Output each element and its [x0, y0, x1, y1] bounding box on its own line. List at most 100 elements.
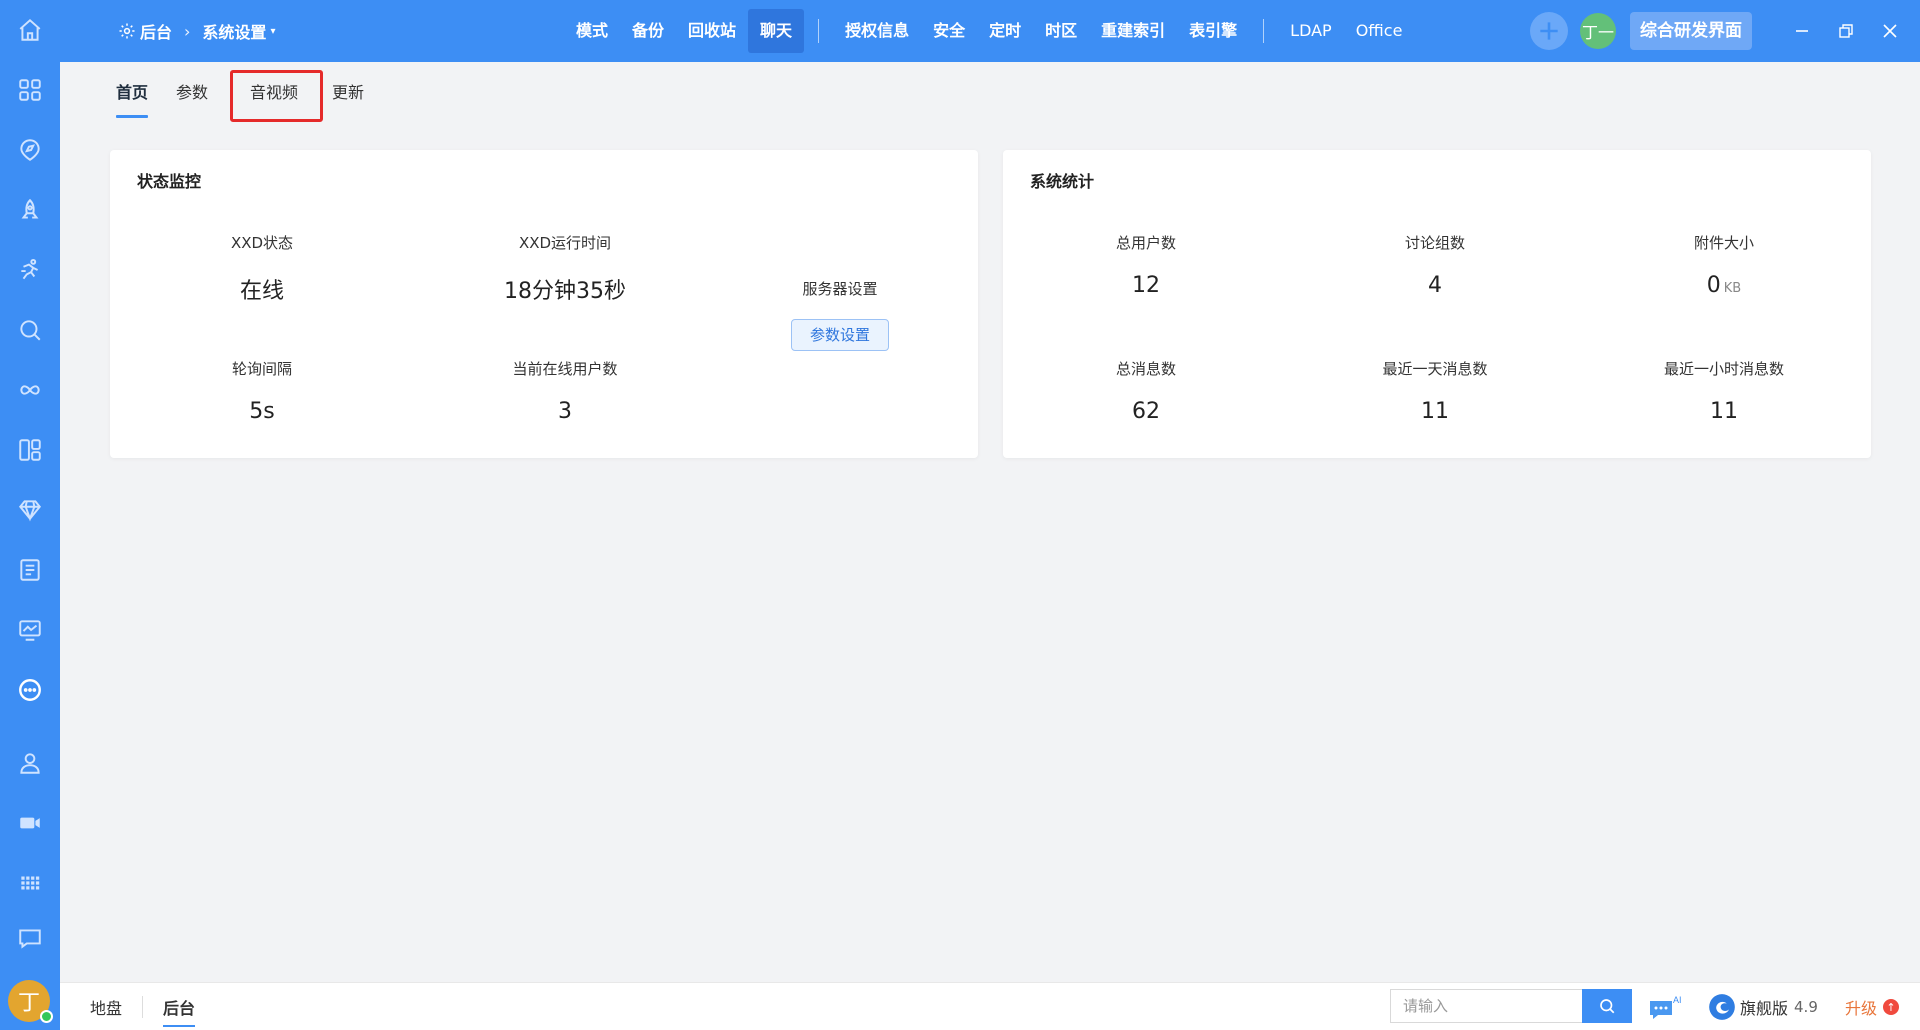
- highlight-box: [230, 70, 323, 122]
- stat-value: 4: [1428, 273, 1442, 298]
- stat-label: 最近一小时消息数: [1663, 360, 1784, 378]
- nav-security[interactable]: 安全: [921, 9, 977, 53]
- stat-label: 最近一天消息数: [1382, 360, 1488, 378]
- grid-icon[interactable]: [15, 868, 45, 898]
- stat-label: 当前在线用户数: [512, 360, 618, 378]
- stat-label: 总用户数: [1115, 234, 1176, 252]
- stat-value: 12: [1132, 273, 1160, 298]
- left-sidebar: 丁: [0, 0, 60, 1030]
- stat-value: 在线: [239, 279, 284, 304]
- nav-divider: [1263, 19, 1265, 43]
- tab-update[interactable]: 更新: [326, 70, 370, 120]
- apps-icon[interactable]: [15, 75, 45, 105]
- minimize-icon: [1796, 30, 1808, 32]
- version-number: 4.9: [1794, 998, 1818, 1016]
- nav-license[interactable]: 授权信息: [833, 9, 921, 53]
- monitor-icon[interactable]: [15, 615, 45, 645]
- restore-button[interactable]: [1824, 11, 1868, 51]
- stat-label: 总消息数: [1115, 360, 1176, 378]
- nav-recycle-bin[interactable]: 回收站: [676, 9, 748, 53]
- nav-timezone[interactable]: 时区: [1033, 9, 1089, 53]
- stat-label: 讨论组数: [1404, 234, 1465, 252]
- nav-rebuild-index[interactable]: 重建索引: [1089, 9, 1177, 53]
- online-status-dot: [40, 1010, 53, 1023]
- ai-chat-icon[interactable]: AI: [1648, 993, 1684, 1021]
- plus-icon: [1540, 22, 1558, 40]
- stat-number: 0: [1706, 273, 1721, 298]
- tab-dashboard[interactable]: 地盘: [80, 995, 132, 1019]
- stat-value: 11: [1710, 399, 1738, 424]
- close-button[interactable]: [1868, 11, 1912, 51]
- bottom-divider: [142, 996, 144, 1018]
- search-input[interactable]: [1390, 989, 1582, 1023]
- attachment-size-stat: 附件大小 0 KB: [1604, 232, 1844, 298]
- search-icon[interactable]: [15, 315, 45, 345]
- poll-interval-stat: 轮询间隔 5s: [142, 358, 382, 424]
- tab-admin[interactable]: 后台: [153, 995, 205, 1027]
- breadcrumb: 后台 › 系统设置 ▾: [118, 0, 275, 62]
- total-users-stat: 总用户数 12: [1026, 232, 1266, 298]
- run-icon[interactable]: [15, 255, 45, 285]
- bottom-bar: 地盘 后台 AI 旗舰版 4.9 升级 ↑: [60, 982, 1920, 1030]
- nav-mode[interactable]: 模式: [564, 9, 620, 53]
- compass-icon[interactable]: [15, 135, 45, 165]
- system-stats-card: 系统统计 总用户数 12 讨论组数 4 附件大小 0 KB 总消息数 62 最近一…: [1003, 150, 1871, 458]
- stat-value: 18分钟35秒: [504, 279, 626, 304]
- user-icon[interactable]: [15, 748, 45, 778]
- bottom-tabs: 地盘 后台: [80, 983, 205, 1030]
- list-icon[interactable]: [15, 555, 45, 585]
- tab-params[interactable]: 参数: [170, 70, 214, 120]
- nav-office[interactable]: Office: [1344, 9, 1415, 53]
- nav-ldap[interactable]: LDAP: [1278, 9, 1344, 53]
- status-monitor-card: 状态监控 XXD状态 在线 XXD运行时间 18分钟35秒 服务器设置 参数设置…: [110, 150, 978, 458]
- stat-unit: KB: [1723, 281, 1742, 296]
- layout-icon[interactable]: [15, 435, 45, 465]
- card-title: 状态监控: [137, 172, 202, 191]
- stat-value: 5s: [249, 399, 275, 424]
- server-setting: 服务器设置 参数设置: [780, 278, 900, 351]
- hour-messages-stat: 最近一小时消息数 11: [1604, 358, 1844, 424]
- user-avatar[interactable]: 丁一: [1580, 13, 1616, 49]
- breadcrumb-separator-icon: ›: [184, 21, 191, 41]
- rocket-icon[interactable]: [15, 195, 45, 225]
- caret-down-icon[interactable]: ▾: [270, 26, 275, 37]
- breadcrumb-current[interactable]: 系统设置: [202, 19, 266, 43]
- ai-bubble-icon: AI: [1650, 995, 1682, 1019]
- upgrade-button[interactable]: 升级 ↑: [1845, 983, 1900, 1030]
- ai-badge: AI: [1673, 995, 1682, 1005]
- nav-chat[interactable]: 聊天: [748, 9, 805, 53]
- chat-dots-icon[interactable]: [15, 675, 45, 705]
- total-messages-stat: 总消息数 62: [1026, 358, 1266, 424]
- breadcrumb-root[interactable]: 后台: [140, 19, 172, 43]
- add-button[interactable]: [1530, 12, 1568, 50]
- infinity-icon[interactable]: [15, 375, 45, 405]
- card-title: 系统统计: [1030, 172, 1095, 191]
- top-right-controls: 丁一 综合研发界面: [1530, 0, 1920, 62]
- nav-schedule[interactable]: 定时: [977, 9, 1033, 53]
- home-icon[interactable]: [15, 15, 45, 45]
- groups-stat: 讨论组数 4: [1315, 232, 1555, 298]
- upgrade-label: 升级: [1845, 999, 1878, 1018]
- stat-value: 0 KB: [1604, 273, 1844, 298]
- stat-value: 11: [1421, 399, 1449, 424]
- param-settings-button[interactable]: 参数设置: [791, 319, 889, 351]
- minimize-button[interactable]: [1780, 11, 1824, 51]
- tab-home[interactable]: 首页: [110, 70, 154, 120]
- stat-label: XXD状态: [230, 234, 294, 252]
- search-icon: [1600, 999, 1615, 1014]
- stat-label: XXD运行时间: [518, 234, 612, 252]
- logo-icon: [1709, 994, 1735, 1020]
- online-users-stat: 当前在线用户数 3: [445, 358, 685, 424]
- restore-icon: [1839, 24, 1853, 38]
- workspace-button[interactable]: 综合研发界面: [1630, 12, 1752, 50]
- message-icon[interactable]: [15, 923, 45, 953]
- server-setting-label: 服务器设置: [802, 280, 878, 298]
- nav-backup[interactable]: 备份: [620, 9, 676, 53]
- diamond-icon[interactable]: [15, 495, 45, 525]
- nav-table-engine[interactable]: 表引擎: [1177, 9, 1249, 53]
- video-icon[interactable]: [15, 808, 45, 838]
- gear-icon: [119, 23, 135, 39]
- version-info[interactable]: 旗舰版 4.9: [1708, 983, 1818, 1030]
- xxd-status-stat: XXD状态 在线: [142, 232, 382, 305]
- search-button[interactable]: [1582, 989, 1632, 1023]
